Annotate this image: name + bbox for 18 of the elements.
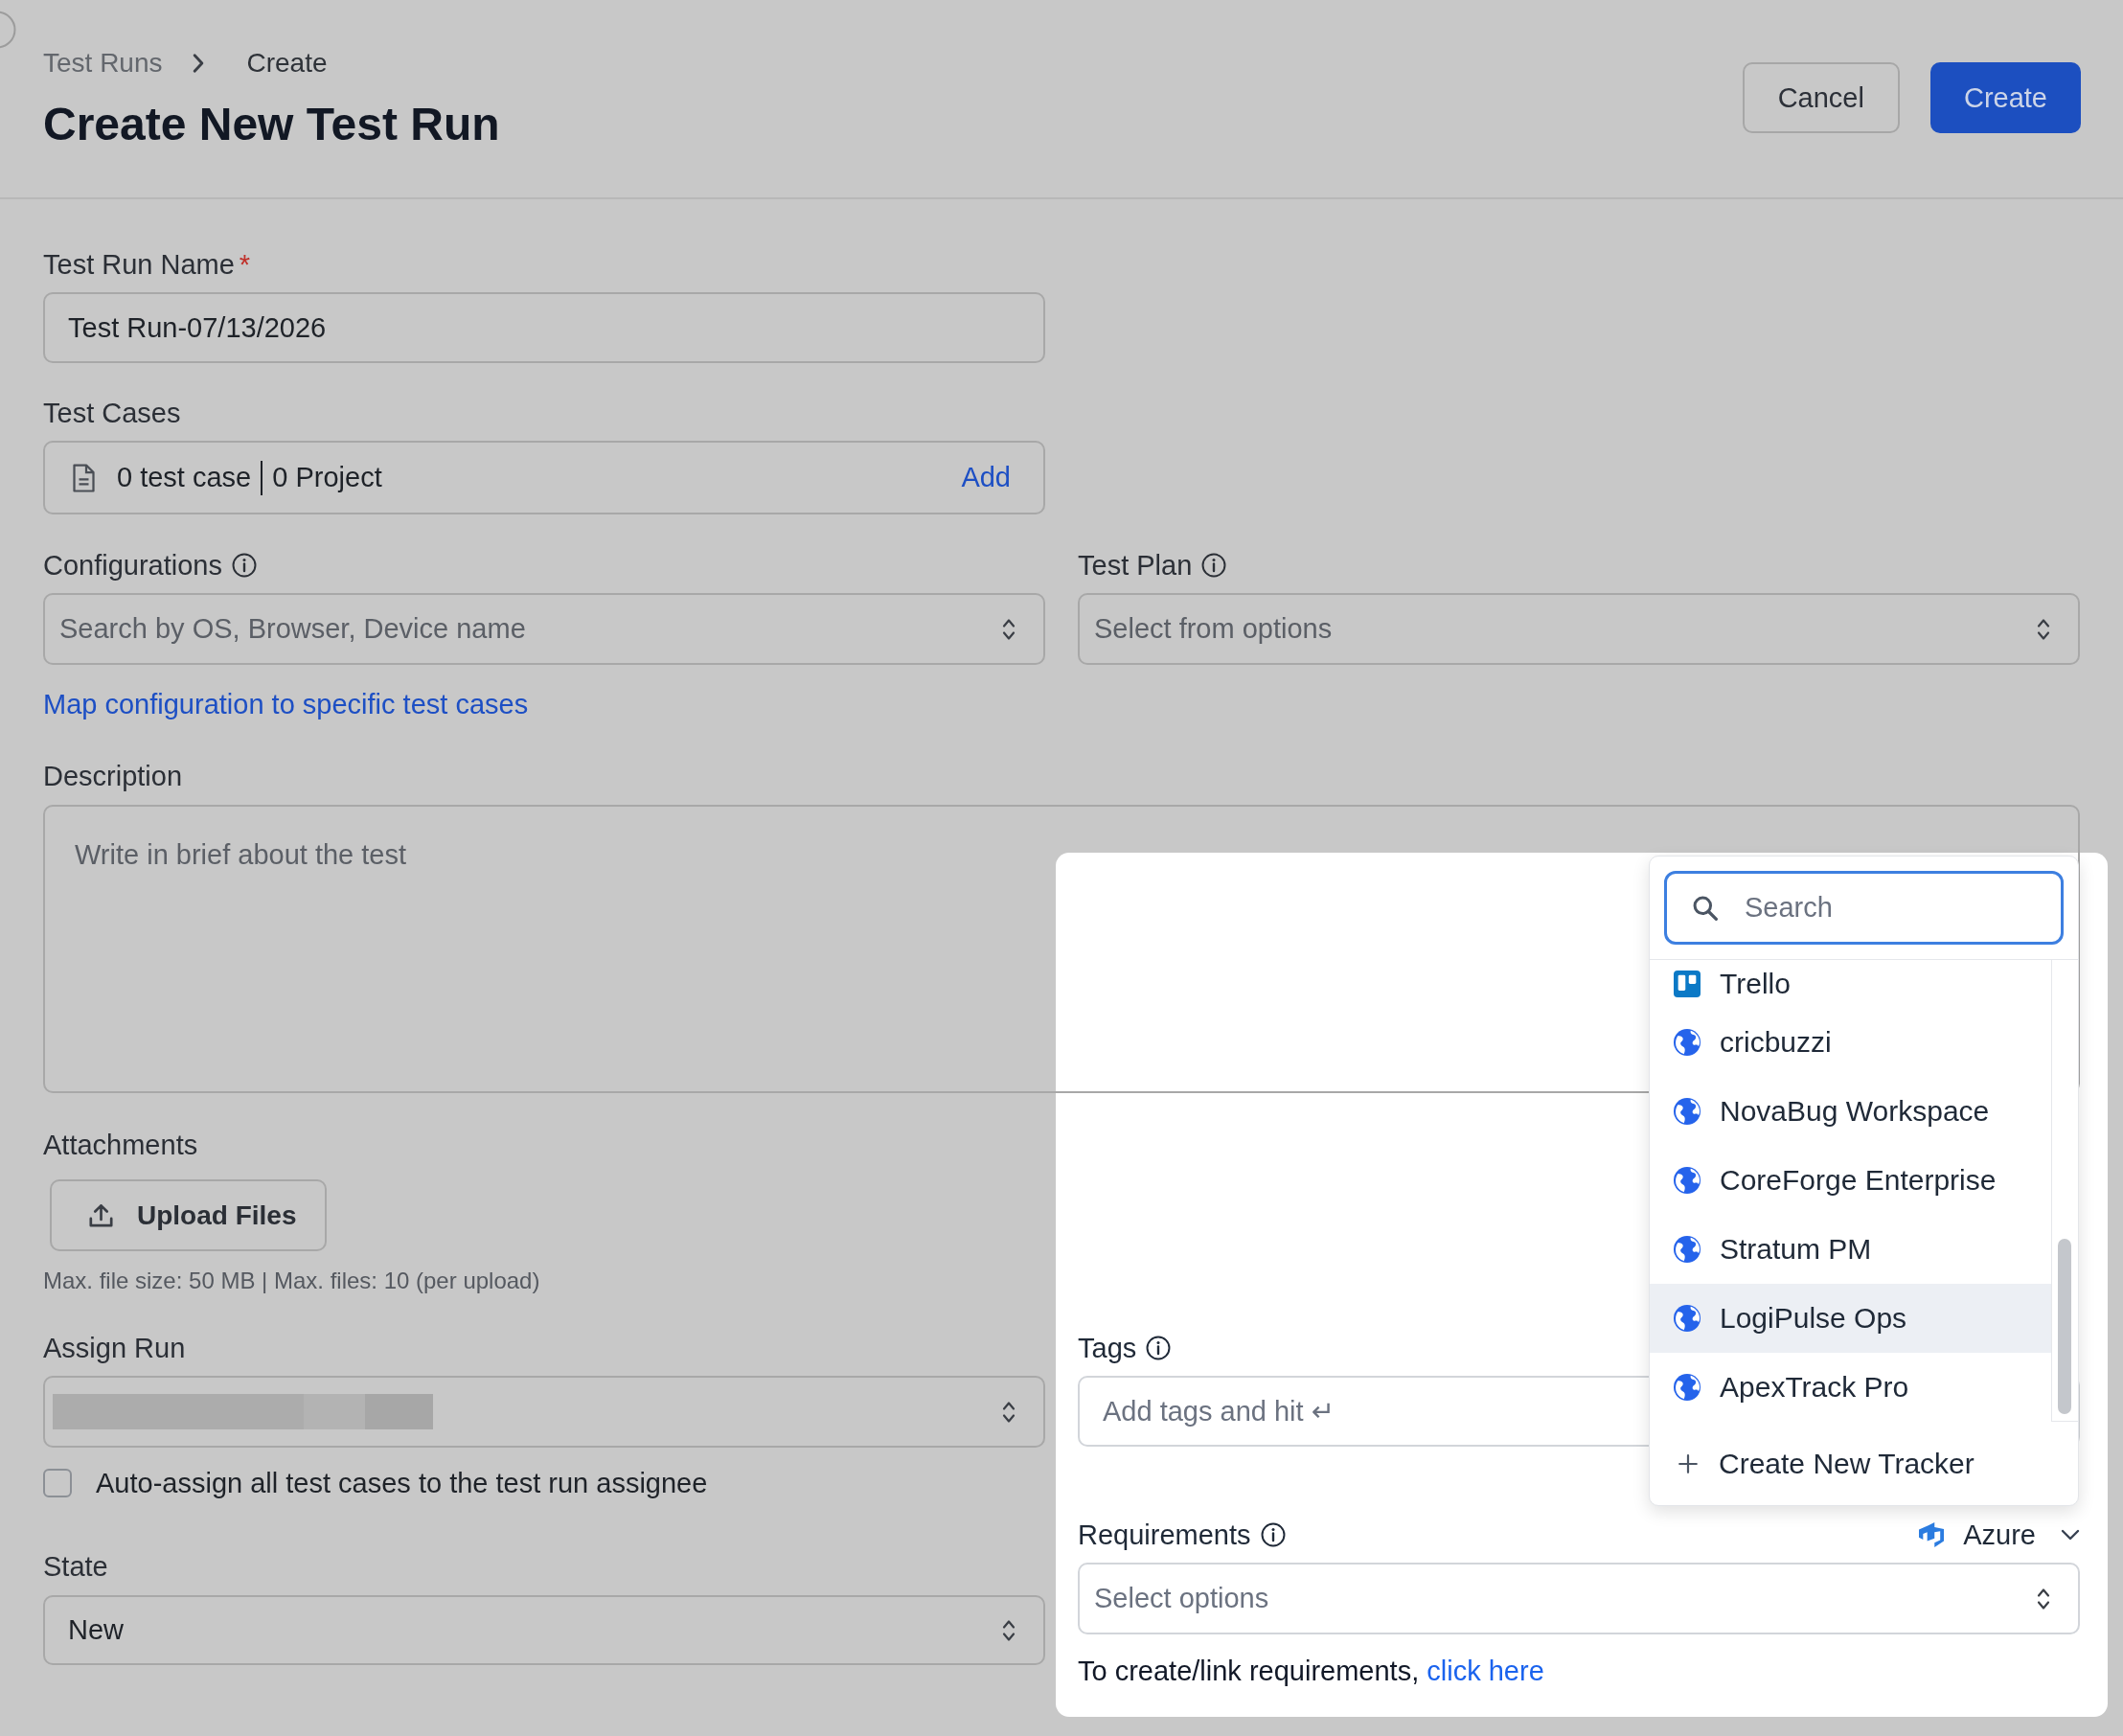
field-label: Test Cases bbox=[43, 397, 181, 430]
field-label: Tags bbox=[1078, 1332, 1137, 1365]
requirements-note: To create/link requirements, click here bbox=[1078, 1655, 1545, 1688]
required-mark: * bbox=[239, 248, 251, 282]
test-case-count: 0 test case bbox=[117, 462, 252, 493]
field-label: Description bbox=[43, 760, 183, 793]
breadcrumb-current: Create bbox=[246, 47, 328, 80]
field-label: Configurations bbox=[43, 549, 222, 582]
upload-limits-hint: Max. file size: 50 MB | Max. files: 10 (per upload) bbox=[43, 1267, 541, 1295]
page-title: Create New Test Run bbox=[43, 98, 500, 151]
field-label: Requirements bbox=[1078, 1519, 1251, 1552]
field-label: Test Run Name bbox=[43, 248, 235, 282]
field-label: Assign Run bbox=[43, 1332, 186, 1365]
field-label: State bbox=[43, 1550, 108, 1584]
field-label: Test Plan bbox=[1078, 549, 1193, 582]
field-label: Attachments bbox=[43, 1129, 198, 1162]
project-count: 0 Project bbox=[272, 462, 382, 493]
auto-assign-label: Auto-assign all test cases to the test run assignee bbox=[96, 1467, 708, 1499]
